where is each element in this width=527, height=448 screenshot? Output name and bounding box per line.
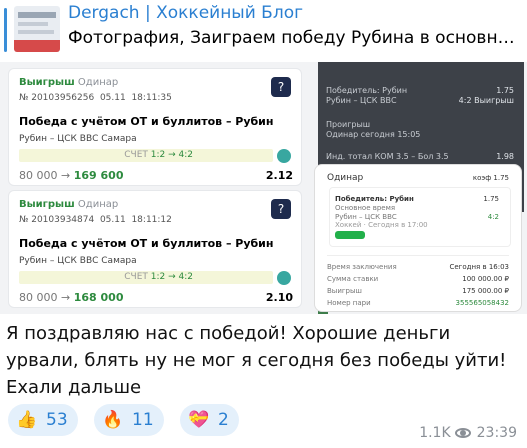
bet-receipt: Одинар коэф 1.75 Победитель: Рубин 1.75 … bbox=[314, 164, 522, 312]
reply-message-text: Фотография, Заиграем победу Рубина в осн… bbox=[68, 28, 518, 48]
slip-number: № 20103956256 05.11 18:11:35 bbox=[19, 93, 172, 103]
help-icon: ? bbox=[271, 77, 291, 97]
view-count: 1.1K bbox=[419, 425, 451, 441]
receipt-row-label: Сумма ставки bbox=[327, 275, 379, 283]
eye-icon bbox=[454, 428, 471, 438]
dark-row-odd: 4:2 Выигрыш bbox=[458, 96, 514, 105]
message-time: 23:39 bbox=[476, 425, 517, 441]
leaf-icon bbox=[277, 149, 291, 163]
fire-icon: 🔥 bbox=[102, 410, 124, 430]
slip-score: СЧЕТ 1:2 → 4:2 bbox=[19, 149, 273, 162]
receipt-row-value: 175 000.00 ₽ bbox=[462, 287, 509, 295]
reaction-fire[interactable]: 🔥 11 bbox=[94, 404, 164, 436]
receipt-pick-sub: Основное время bbox=[335, 204, 396, 212]
reaction-count: 53 bbox=[46, 410, 68, 430]
help-icon: ? bbox=[271, 199, 291, 219]
reaction-thumbs-up[interactable]: 👍 53 bbox=[8, 404, 78, 436]
reply-channel-title: Dergach | Хоккейный Блог bbox=[68, 3, 304, 23]
reply-accent-bar bbox=[4, 8, 7, 52]
slip-stake: 80 000 → 168 000 bbox=[19, 291, 124, 304]
dark-row-odd: 1.75 bbox=[496, 86, 514, 95]
reaction-count: 11 bbox=[132, 410, 154, 430]
receipt-row-value: 355565058432 bbox=[455, 299, 509, 307]
dark-row-text: Одинар сегодня 15:05 bbox=[326, 130, 421, 139]
reply-preview[interactable]: Dergach | Хоккейный Блог Фотография, Заи… bbox=[0, 0, 527, 60]
slip-status: Выигрыш Одинар bbox=[19, 199, 119, 210]
receipt-pick-odd: 1.75 bbox=[483, 195, 499, 203]
receipt-league: Хоккей · Сегодня в 17:00 bbox=[335, 221, 428, 229]
leaf-icon bbox=[277, 271, 291, 285]
win-badge bbox=[335, 231, 365, 239]
slip-number: № 20103934874 05.11 18:11:12 bbox=[19, 215, 172, 225]
dark-row-text: Победитель: Рубин bbox=[326, 86, 408, 95]
bet-slip-2: Выигрыш Одинар № 20103934874 05.11 18:11… bbox=[8, 190, 302, 308]
slip-match: Рубин – ЦСК ВВС Самара bbox=[19, 256, 137, 266]
heart-icon: 💝 bbox=[188, 410, 210, 430]
slip-score: СЧЕТ 1:2 → 4:2 bbox=[19, 271, 273, 284]
dark-row-odd: 1.98 bbox=[496, 152, 514, 161]
receipt-row-value: 100 000.00 ₽ bbox=[462, 275, 509, 283]
thumbs-up-icon: 👍 bbox=[16, 410, 38, 430]
slip-status: Выигрыш Одинар bbox=[19, 77, 119, 88]
slip-bet-title: Победа с учётом ОТ и буллитов – Рубин bbox=[19, 237, 274, 250]
receipt-match: Рубин – ЦСК ВВС bbox=[335, 213, 397, 221]
bet-slip-1: Выигрыш Одинар № 20103956256 05.11 18:11… bbox=[8, 68, 302, 186]
message-meta: 1.1K 23:39 bbox=[419, 425, 517, 441]
receipt-row-value: Сегодня в 16:03 bbox=[449, 263, 509, 271]
receipt-type: Одинар bbox=[327, 173, 364, 183]
slip-match: Рубин – ЦСК ВВС Самара bbox=[19, 134, 137, 144]
dark-row-text: Рубин – ЦСК ВВС bbox=[326, 96, 397, 105]
receipt-match-score: 4:2 bbox=[487, 213, 499, 221]
receipt-coef: коэф 1.75 bbox=[472, 174, 509, 182]
dark-row-text: Инд. тотал КОМ 3.5 – Бол 3.5 bbox=[326, 152, 449, 161]
receipt-row-label: Номер пари bbox=[327, 299, 371, 307]
dark-row-text: Проигрыш bbox=[326, 120, 371, 129]
slip-odds: 2.12 bbox=[265, 169, 293, 182]
slip-stake: 80 000 → 169 600 bbox=[19, 169, 124, 182]
reply-thumbnail bbox=[14, 6, 60, 52]
receipt-row-label: Время заключения bbox=[327, 263, 397, 271]
reaction-love-you[interactable]: 💝 2 bbox=[180, 404, 239, 436]
receipt-row-label: Выигрыш bbox=[327, 287, 362, 295]
slip-bet-title: Победа с учётом ОТ и буллитов – Рубин bbox=[19, 115, 274, 128]
message-text: Я поздравляю нас с победой! Хорошие день… bbox=[6, 323, 507, 398]
slip-odds: 2.10 bbox=[265, 291, 293, 304]
receipt-pick: Победитель: Рубин bbox=[335, 195, 414, 203]
reaction-count: 2 bbox=[218, 410, 229, 430]
